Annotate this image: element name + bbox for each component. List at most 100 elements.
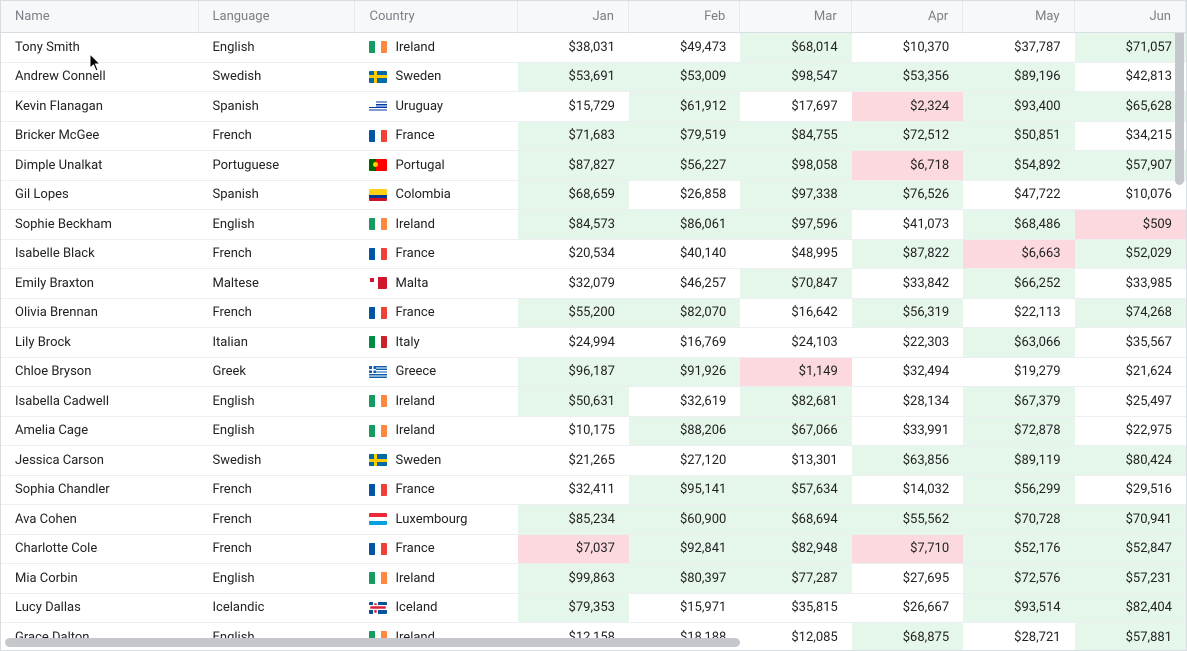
cell-may[interactable]: $22,113 xyxy=(963,299,1074,329)
cell-country[interactable]: France xyxy=(355,535,517,565)
col-header-language[interactable]: Language xyxy=(199,1,356,33)
cell-jan[interactable]: $53,691 xyxy=(518,63,629,93)
cell-name[interactable]: Sophia Chandler xyxy=(1,476,199,506)
cell-jun[interactable]: $29,516 xyxy=(1075,476,1186,506)
cell-country[interactable]: France xyxy=(355,299,517,329)
cell-apr[interactable]: $41,073 xyxy=(852,210,963,240)
col-header-country[interactable]: Country xyxy=(355,1,517,33)
cell-feb[interactable]: $16,769 xyxy=(629,328,740,358)
cell-language[interactable]: French xyxy=(199,476,356,506)
cell-may[interactable]: $19,279 xyxy=(963,358,1074,388)
cell-feb[interactable]: $61,912 xyxy=(629,92,740,122)
cell-apr[interactable]: $72,512 xyxy=(852,122,963,152)
cell-country[interactable]: Italy xyxy=(355,328,517,358)
cell-mar[interactable]: $77,287 xyxy=(740,564,851,594)
cell-apr[interactable]: $76,526 xyxy=(852,181,963,211)
cell-jan[interactable]: $20,534 xyxy=(518,240,629,270)
cell-name[interactable]: Olivia Brennan xyxy=(1,299,199,329)
table-row[interactable]: Lily BrockItalianItaly$24,994$16,769$24,… xyxy=(1,328,1186,358)
cell-mar[interactable]: $35,815 xyxy=(740,594,851,624)
cell-mar[interactable]: $97,596 xyxy=(740,210,851,240)
cell-may[interactable]: $50,851 xyxy=(963,122,1074,152)
cell-name[interactable]: Jessica Carson xyxy=(1,446,199,476)
cell-apr[interactable]: $33,991 xyxy=(852,417,963,447)
cell-may[interactable]: $89,119 xyxy=(963,446,1074,476)
cell-mar[interactable]: $1,149 xyxy=(740,358,851,388)
cell-name[interactable]: Ava Cohen xyxy=(1,505,199,535)
cell-jun[interactable]: $10,076 xyxy=(1075,181,1186,211)
cell-feb[interactable]: $46,257 xyxy=(629,269,740,299)
cell-jan[interactable]: $68,659 xyxy=(518,181,629,211)
table-row[interactable]: Amelia CageEnglishIreland$10,175$88,206$… xyxy=(1,417,1186,447)
cell-language[interactable]: Greek xyxy=(199,358,356,388)
cell-mar[interactable]: $57,634 xyxy=(740,476,851,506)
cell-may[interactable]: $93,400 xyxy=(963,92,1074,122)
cell-name[interactable]: Lily Brock xyxy=(1,328,199,358)
cell-feb[interactable]: $92,841 xyxy=(629,535,740,565)
cell-mar[interactable]: $98,547 xyxy=(740,63,851,93)
cell-apr[interactable]: $27,695 xyxy=(852,564,963,594)
cell-country[interactable]: Malta xyxy=(355,269,517,299)
cell-country[interactable]: Iceland xyxy=(355,594,517,624)
col-header-may[interactable]: May xyxy=(963,1,1074,33)
cell-name[interactable]: Sophie Beckham xyxy=(1,210,199,240)
cell-name[interactable]: Lucy Dallas xyxy=(1,594,199,624)
cell-country[interactable]: France xyxy=(355,122,517,152)
cell-jan[interactable]: $96,187 xyxy=(518,358,629,388)
cell-feb[interactable]: $32,619 xyxy=(629,387,740,417)
table-row[interactable]: Olivia BrennanFrenchFrance$55,200$82,070… xyxy=(1,299,1186,329)
table-row[interactable]: Dimple UnalkatPortuguesePortugal$87,827$… xyxy=(1,151,1186,181)
cell-jan[interactable]: $71,683 xyxy=(518,122,629,152)
cell-jun[interactable]: $52,847 xyxy=(1075,535,1186,565)
cell-mar[interactable]: $97,338 xyxy=(740,181,851,211)
cell-feb[interactable]: $60,900 xyxy=(629,505,740,535)
table-row[interactable]: Isabelle BlackFrenchFrance$20,534$40,140… xyxy=(1,240,1186,270)
col-header-mar[interactable]: Mar xyxy=(740,1,851,33)
cell-jun[interactable]: $57,231 xyxy=(1075,564,1186,594)
cell-name[interactable]: Mia Corbin xyxy=(1,564,199,594)
cell-feb[interactable]: $82,070 xyxy=(629,299,740,329)
cell-jun[interactable]: $25,497 xyxy=(1075,387,1186,417)
cell-mar[interactable]: $82,948 xyxy=(740,535,851,565)
cell-name[interactable]: Isabelle Black xyxy=(1,240,199,270)
cell-language[interactable]: French xyxy=(199,505,356,535)
cell-may[interactable]: $47,722 xyxy=(963,181,1074,211)
cell-language[interactable]: Icelandic xyxy=(199,594,356,624)
cell-language[interactable]: French xyxy=(199,535,356,565)
cell-name[interactable]: Andrew Connell xyxy=(1,63,199,93)
cell-country[interactable]: Ireland xyxy=(355,210,517,240)
cell-may[interactable]: $66,252 xyxy=(963,269,1074,299)
cell-may[interactable]: $93,514 xyxy=(963,594,1074,624)
table-row[interactable]: Jessica CarsonSwedishSweden$21,265$27,12… xyxy=(1,446,1186,476)
cell-name[interactable]: Emily Braxton xyxy=(1,269,199,299)
cell-jun[interactable]: $509 xyxy=(1075,210,1186,240)
cell-apr[interactable]: $10,370 xyxy=(852,33,963,63)
cell-apr[interactable]: $63,856 xyxy=(852,446,963,476)
table-row[interactable]: Chloe BrysonGreekGreece$96,187$91,926$1,… xyxy=(1,358,1186,388)
cell-may[interactable]: $37,787 xyxy=(963,33,1074,63)
cell-jun[interactable]: $74,268 xyxy=(1075,299,1186,329)
cell-jun[interactable]: $71,057 xyxy=(1075,33,1186,63)
cell-language[interactable]: Maltese xyxy=(199,269,356,299)
cell-apr[interactable]: $87,822 xyxy=(852,240,963,270)
cell-mar[interactable]: $70,847 xyxy=(740,269,851,299)
cell-mar[interactable]: $68,694 xyxy=(740,505,851,535)
cell-country[interactable]: Sweden xyxy=(355,63,517,93)
cell-jan[interactable]: $38,031 xyxy=(518,33,629,63)
table-row[interactable]: Kevin FlanaganSpanishUruguay$15,729$61,9… xyxy=(1,92,1186,122)
table-row[interactable]: Mia CorbinEnglishIreland$99,863$80,397$7… xyxy=(1,564,1186,594)
cell-language[interactable]: Portuguese xyxy=(199,151,356,181)
table-row[interactable]: Ava CohenFrenchLuxembourg$85,234$60,900$… xyxy=(1,505,1186,535)
table-row[interactable]: Isabella CadwellEnglishIreland$50,631$32… xyxy=(1,387,1186,417)
cell-language[interactable]: French xyxy=(199,122,356,152)
cell-jun[interactable]: $35,567 xyxy=(1075,328,1186,358)
cell-may[interactable]: $63,066 xyxy=(963,328,1074,358)
cell-feb[interactable]: $15,971 xyxy=(629,594,740,624)
cell-feb[interactable]: $88,206 xyxy=(629,417,740,447)
cell-name[interactable]: Charlotte Cole xyxy=(1,535,199,565)
cell-may[interactable]: $68,486 xyxy=(963,210,1074,240)
cell-apr[interactable]: $14,032 xyxy=(852,476,963,506)
cell-country[interactable]: Ireland xyxy=(355,417,517,447)
cell-mar[interactable]: $24,103 xyxy=(740,328,851,358)
cell-may[interactable]: $67,379 xyxy=(963,387,1074,417)
